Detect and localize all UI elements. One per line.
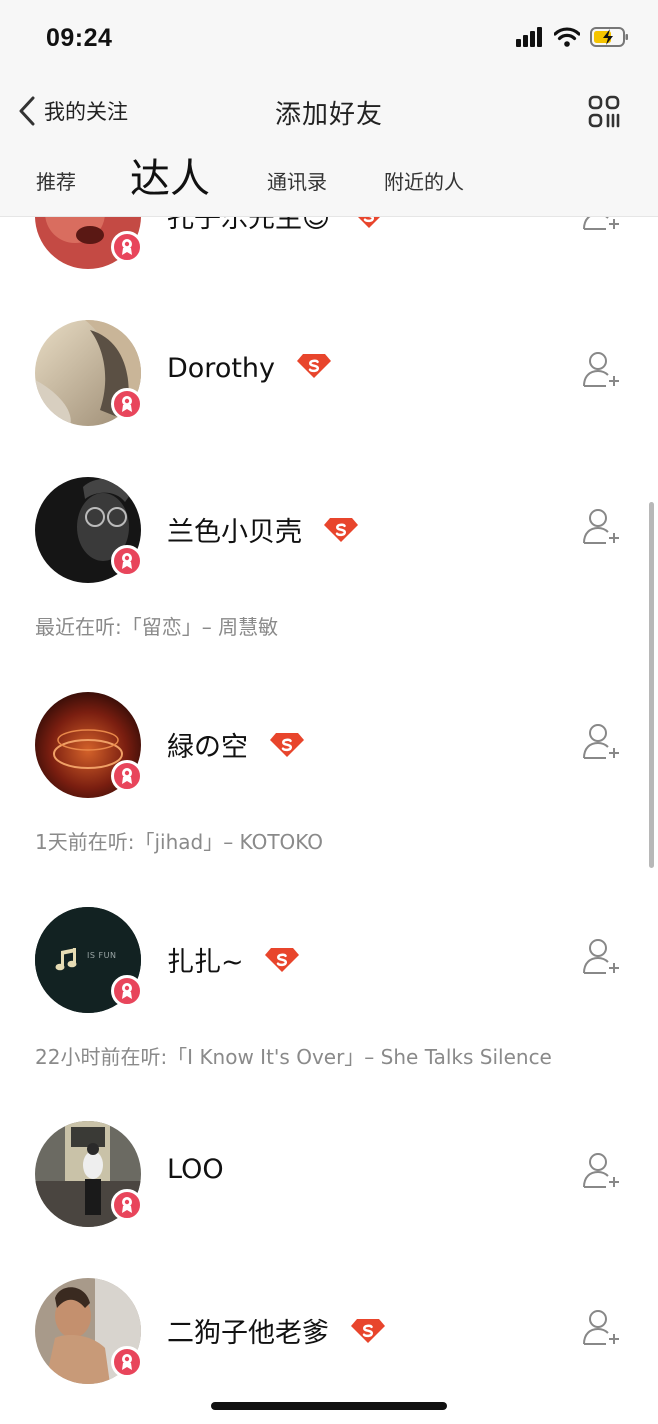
add-friend-icon[interactable] [582, 1309, 622, 1347]
svip-badge-icon [358, 217, 380, 228]
tab-recommend[interactable]: 推荐 [36, 166, 76, 195]
user-name: 扎扎~ [167, 940, 300, 979]
scrollbar[interactable] [649, 502, 654, 868]
avatar[interactable] [35, 1121, 143, 1227]
qr-scan-icon[interactable] [588, 95, 620, 129]
tab-experts[interactable]: 达人 [130, 146, 210, 204]
avatar[interactable] [35, 692, 143, 798]
battery-charging-icon [590, 27, 628, 47]
verified-badge-icon [111, 231, 143, 263]
add-friend-icon[interactable] [582, 1152, 622, 1190]
home-indicator[interactable] [211, 1402, 447, 1410]
listening-status: 最近在听:「留恋」– 周慧敏 [35, 615, 279, 639]
status-icons [516, 26, 630, 48]
svip-badge-icon [265, 947, 300, 972]
verified-badge-icon [111, 975, 143, 1007]
list-item[interactable]: LOO [0, 1121, 658, 1231]
list-item[interactable]: Dorothy [0, 320, 658, 430]
list-item[interactable]: 二狗子他老爹 [0, 1278, 658, 1388]
page-title: 添加好友 [274, 100, 383, 130]
user-name: Dorothy [167, 353, 332, 384]
user-list: 孔子乐先生☺ Dorothy 兰色小贝壳 最近在听:「留恋」– 周慧敏 緑の空 … [0, 217, 658, 1424]
avatar[interactable] [35, 477, 143, 583]
user-name: 緑の空 [167, 725, 305, 764]
verified-badge-icon [111, 1189, 143, 1221]
tab-contacts[interactable]: 通讯录 [267, 166, 327, 195]
tab-bar: 推荐 达人 通讯录 附近的人 [0, 144, 658, 217]
add-friend-icon[interactable] [582, 723, 622, 761]
svip-badge-icon [350, 1318, 385, 1343]
listening-status: 1天前在听:「jihad」– KOTOKO [35, 830, 324, 854]
svip-badge-icon [323, 517, 358, 542]
avatar[interactable] [35, 1278, 143, 1384]
svip-badge-icon [269, 732, 304, 757]
avatar[interactable] [35, 320, 143, 426]
verified-badge-icon [111, 760, 143, 792]
add-friend-icon[interactable] [582, 938, 622, 976]
verified-badge-icon [111, 388, 143, 420]
list-item[interactable]: 兰色小贝壳 [0, 477, 658, 587]
avatar[interactable]: IS FUN [35, 907, 143, 1013]
user-name: 孔子乐先生☺ [167, 217, 387, 235]
add-friend-icon[interactable] [582, 508, 622, 546]
avatar[interactable] [35, 217, 143, 269]
wifi-icon [554, 27, 580, 47]
verified-badge-icon [111, 1346, 143, 1378]
tab-nearby[interactable]: 附近的人 [384, 166, 464, 195]
list-item[interactable]: IS FUN 扎扎~ [0, 907, 658, 1017]
list-item[interactable]: 孔子乐先生☺ [0, 217, 658, 273]
svip-badge-icon [296, 353, 331, 378]
nav-bar: 我的关注 添加好友 [0, 80, 658, 144]
add-friend-icon[interactable] [582, 351, 622, 389]
status-time: 09:24 [46, 24, 113, 52]
user-name: 二狗子他老爹 [167, 1311, 386, 1350]
user-name: 兰色小贝壳 [167, 510, 359, 549]
list-item[interactable]: 緑の空 [0, 692, 658, 802]
signal-icon [516, 27, 542, 47]
listening-status: 22小时前在听:「I Know It's Over」– She Talks Si… [35, 1045, 552, 1069]
verified-badge-icon [111, 545, 143, 577]
status-bar: 09:24 [0, 0, 658, 80]
add-friend-icon[interactable] [582, 217, 622, 232]
user-name: LOO [167, 1154, 224, 1185]
avatar-caption: IS FUN [87, 951, 117, 960]
